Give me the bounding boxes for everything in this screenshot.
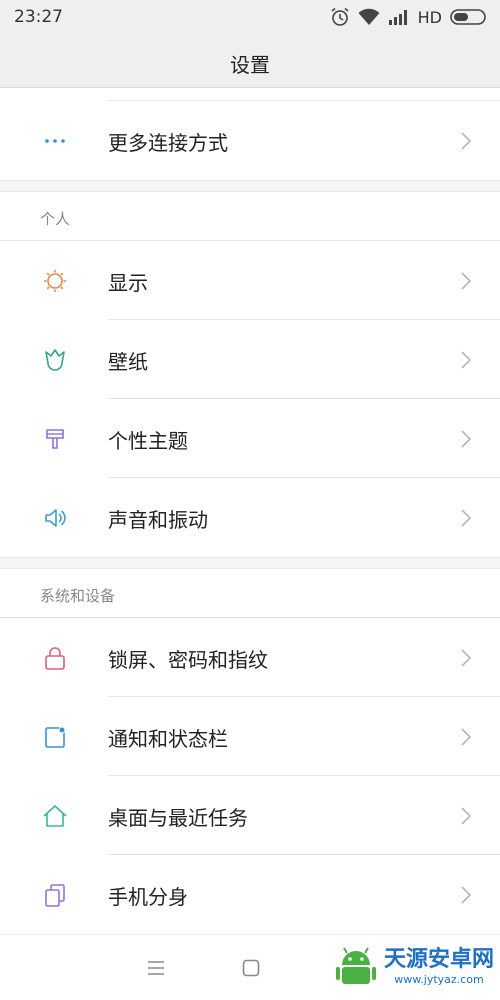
menu-button[interactable] [146,960,166,976]
section-header-system: 系统和设备 [0,569,500,618]
settings-list[interactable]: 更多连接方式 个人 显示 壁纸 个性主题 声音和振动 系统和设备 锁屏、密码和指… [0,89,500,934]
watermark-url: www.jytyaz.com [394,972,484,986]
settings-item-display[interactable]: 显示 [0,241,500,320]
settings-item-label: 显示 [108,271,148,295]
sun-icon [44,270,66,292]
status-time: 23:27 [14,7,63,27]
chevron-right-icon [461,132,472,150]
chevron-right-icon [461,351,472,369]
chevron-right-icon [461,430,472,448]
tulip-icon [45,349,65,371]
section-gap [0,180,500,192]
alarm-icon [331,7,349,26]
chevron-right-icon [461,728,472,746]
settings-item-label: 手机分身 [108,885,188,909]
watermark-text: 天源安卓网 [383,946,494,972]
home-button[interactable] [242,959,260,977]
home-icon [43,805,67,827]
chevron-right-icon [461,886,472,904]
battery-icon [450,9,486,25]
page-title: 设置 [230,53,270,77]
settings-item-label: 通知和状态栏 [108,727,228,751]
signal-icon [388,10,407,25]
network-type-label: HD [417,7,442,27]
chevron-right-icon [461,272,472,290]
settings-item-more-connections[interactable]: 更多连接方式 [0,101,500,180]
settings-item-label: 声音和振动 [108,508,208,532]
watermark-text-block: 天源安卓网 www.jytyaz.com [384,947,494,986]
settings-item-label: 桌面与最近任务 [108,806,248,830]
speaker-icon [45,509,66,527]
watermark: 天源安卓网 www.jytyaz.com [334,943,494,989]
section-title: 个人 [40,210,71,228]
navigation-bar: 天源安卓网 www.jytyaz.com [0,934,500,1000]
settings-item-dual-apps[interactable]: 手机分身 [0,855,500,934]
lock-icon [45,647,65,670]
settings-item-label: 锁屏、密码和指纹 [108,648,268,672]
settings-item-home-screen[interactable]: 桌面与最近任务 [0,776,500,855]
settings-item-sound[interactable]: 声音和振动 [0,478,500,557]
chevron-right-icon [461,807,472,825]
dual-icon [45,884,65,907]
settings-item-label: 个性主题 [108,429,188,453]
settings-item-theme[interactable]: 个性主题 [0,399,500,478]
section-title: 系统和设备 [40,587,116,605]
chevron-right-icon [461,649,472,667]
status-bar: 23:27 HD [0,0,500,36]
section-header-personal: 个人 [0,192,500,241]
settings-item-label: 壁纸 [108,350,148,374]
notification-icon [45,726,66,748]
section-gap [0,557,500,569]
status-icons: HD [330,6,488,28]
wifi-icon [358,8,380,25]
android-logo-icon [335,947,376,984]
settings-item-notifications[interactable]: 通知和状态栏 [0,697,500,776]
divider [108,89,500,101]
settings-item-lockscreen[interactable]: 锁屏、密码和指纹 [0,618,500,697]
brush-icon [46,429,64,449]
settings-item-label: 更多连接方式 [108,131,228,155]
more-dots-icon [45,139,65,143]
settings-item-wallpaper[interactable]: 壁纸 [0,320,500,399]
title-bar: 设置 [0,36,500,88]
chevron-right-icon [461,509,472,527]
